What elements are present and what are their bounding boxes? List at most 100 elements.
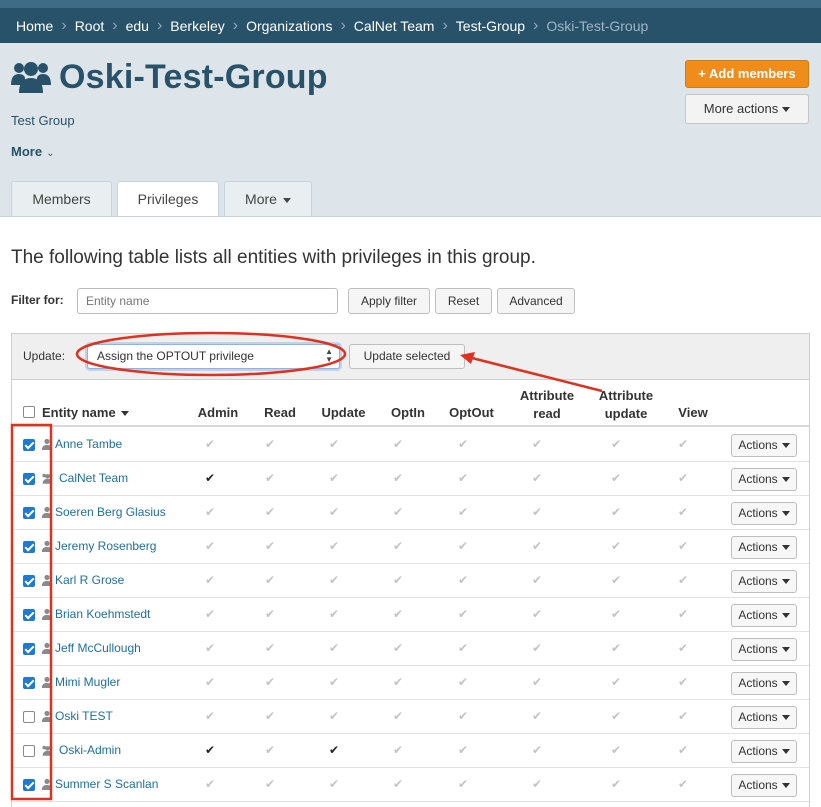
check-icon-not-granted: ✔ xyxy=(531,709,543,723)
check-icon-not-granted: ✔ xyxy=(610,777,622,791)
check-icon-not-granted: ✔ xyxy=(610,743,622,757)
row-actions-button[interactable]: Actions xyxy=(731,434,797,457)
row-checkbox[interactable] xyxy=(23,575,35,587)
check-icon-not-granted: ✔ xyxy=(457,709,469,723)
update-selected-button[interactable]: Update selected xyxy=(349,344,465,369)
table-row: Soeren Berg Glasius ✔ ✔ ✔ ✔ ✔ ✔ ✔ ✔ Actions xyxy=(12,496,809,530)
breadcrumb-current: Oski-Test-Group xyxy=(546,17,649,34)
check-icon-not-granted: ✔ xyxy=(610,573,622,587)
tab-more[interactable]: More xyxy=(224,181,312,217)
breadcrumb-home[interactable]: Home xyxy=(16,18,53,34)
row-actions-button[interactable]: Actions xyxy=(731,468,797,491)
check-icon-not-granted: ✔ xyxy=(264,675,276,689)
caret-down-icon xyxy=(781,613,790,619)
table-row: Jeremy Rosenberg ✔ ✔ ✔ ✔ ✔ ✔ ✔ ✔ Actions xyxy=(12,530,809,564)
check-icon-not-granted: ✔ xyxy=(328,777,340,791)
check-icon-not-granted: ✔ xyxy=(457,641,469,655)
entity-name-link[interactable]: Oski TEST xyxy=(55,709,113,723)
breadcrumb-edu[interactable]: edu xyxy=(126,18,149,34)
person-icon xyxy=(41,505,55,519)
check-icon-not-granted: ✔ xyxy=(204,709,216,723)
check-icon-not-granted: ✔ xyxy=(204,777,216,791)
row-checkbox[interactable] xyxy=(23,745,35,757)
reset-button[interactable]: Reset xyxy=(435,288,492,314)
select-all-checkbox[interactable] xyxy=(23,406,35,418)
column-view: View xyxy=(678,405,708,420)
breadcrumb-root[interactable]: Root xyxy=(75,18,105,34)
entity-name-link[interactable]: Jeremy Rosenberg xyxy=(55,539,156,553)
row-actions-button[interactable]: Actions xyxy=(731,774,797,797)
caret-down-icon xyxy=(781,647,790,653)
row-checkbox[interactable] xyxy=(23,643,35,655)
entity-name-link[interactable]: Brian Koehmstedt xyxy=(55,607,150,621)
row-checkbox[interactable] xyxy=(23,677,35,689)
check-icon-not-granted: ✔ xyxy=(392,539,404,553)
breadcrumb-test-group[interactable]: Test-Group xyxy=(456,18,525,34)
entity-name-link[interactable]: Mimi Mugler xyxy=(55,675,120,689)
group-icon xyxy=(41,743,55,757)
more-toggle[interactable]: More ⌄ xyxy=(11,144,54,159)
column-optout: OptOut xyxy=(449,405,494,420)
entity-name-link[interactable]: Anne Tambe xyxy=(55,437,122,451)
entity-name-link[interactable]: CalNet Team xyxy=(59,471,128,485)
row-checkbox[interactable] xyxy=(23,473,35,485)
entity-name-link[interactable]: Karl R Grose xyxy=(55,573,124,587)
add-members-button[interactable]: + Add members xyxy=(685,60,809,88)
entity-name-link[interactable]: Jeff McCullough xyxy=(55,641,141,655)
row-checkbox[interactable] xyxy=(23,507,35,519)
row-actions-button[interactable]: Actions xyxy=(731,740,797,763)
person-icon xyxy=(41,641,55,655)
caret-down-icon xyxy=(282,197,291,203)
check-icon-not-granted: ✔ xyxy=(328,539,340,553)
breadcrumb-organizations[interactable]: Organizations xyxy=(246,18,332,34)
check-icon-not-granted: ✔ xyxy=(677,539,689,553)
row-actions-button[interactable]: Actions xyxy=(731,570,797,593)
more-actions-button[interactable]: More actions xyxy=(685,94,809,124)
row-checkbox[interactable] xyxy=(23,541,35,553)
breadcrumb-calnet-team[interactable]: CalNet Team xyxy=(354,18,435,34)
row-checkbox[interactable] xyxy=(23,439,35,451)
table-row: Anne Tambe ✔ ✔ ✔ ✔ ✔ ✔ ✔ ✔ Actions xyxy=(12,428,809,462)
row-checkbox[interactable] xyxy=(23,609,35,621)
check-icon-not-granted: ✔ xyxy=(264,641,276,655)
row-actions-label: Actions xyxy=(738,608,778,622)
row-actions-button[interactable]: Actions xyxy=(731,536,797,559)
tab-privileges[interactable]: Privileges xyxy=(117,181,219,218)
column-update: Update xyxy=(321,405,366,420)
group-icon xyxy=(11,62,51,93)
row-actions-button[interactable]: Actions xyxy=(731,706,797,729)
entity-name-link[interactable]: Summer S Scanlan xyxy=(55,777,158,791)
check-icon-granted: ✔ xyxy=(204,471,216,485)
entity-name-filter-input[interactable] xyxy=(77,288,338,314)
filter-label: Filter for: xyxy=(11,293,64,307)
check-icon-not-granted: ✔ xyxy=(204,641,216,655)
check-icon-not-granted: ✔ xyxy=(677,471,689,485)
update-label: Update: xyxy=(23,349,66,363)
entity-name-link[interactable]: Soeren Berg Glasius xyxy=(55,505,166,519)
row-actions-button[interactable]: Actions xyxy=(731,672,797,695)
caret-down-icon xyxy=(781,783,790,789)
apply-filter-button[interactable]: Apply filter xyxy=(348,288,430,314)
check-icon-not-granted: ✔ xyxy=(457,539,469,553)
check-icon-not-granted: ✔ xyxy=(204,505,216,519)
column-entity-name[interactable]: Entity name xyxy=(42,405,129,420)
row-actions-button[interactable]: Actions xyxy=(731,604,797,627)
breadcrumb-berkeley[interactable]: Berkeley xyxy=(170,18,224,34)
check-icon-granted: ✔ xyxy=(204,743,216,757)
tab-members[interactable]: Members xyxy=(11,181,112,217)
row-actions-button[interactable]: Actions xyxy=(731,638,797,661)
row-checkbox[interactable] xyxy=(23,711,35,723)
check-icon-not-granted: ✔ xyxy=(677,573,689,587)
check-icon-not-granted: ✔ xyxy=(457,675,469,689)
advanced-button[interactable]: Advanced xyxy=(497,288,575,314)
row-checkbox[interactable] xyxy=(23,779,35,791)
privilege-action-select[interactable]: Assign the OPTOUT privilege ▲ ▼ xyxy=(87,344,340,369)
sort-caret-icon xyxy=(120,411,129,417)
entity-name-link[interactable]: Oski-Admin xyxy=(59,743,121,757)
check-icon-not-granted: ✔ xyxy=(677,675,689,689)
table-row: CalNet Team ✔ ✔ ✔ ✔ ✔ ✔ ✔ ✔ Actions xyxy=(12,462,809,496)
caret-down-icon xyxy=(781,545,790,551)
check-icon-not-granted: ✔ xyxy=(264,505,276,519)
row-actions-button[interactable]: Actions xyxy=(731,502,797,525)
row-actions-label: Actions xyxy=(738,778,778,792)
